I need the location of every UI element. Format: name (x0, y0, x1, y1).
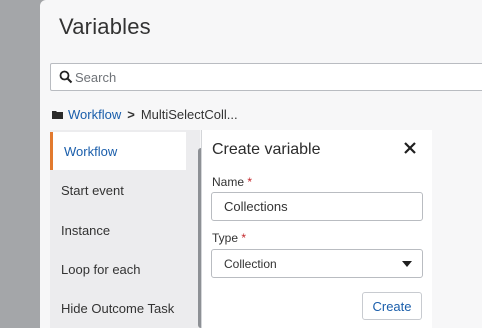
required-marker: * (247, 175, 253, 189)
name-field[interactable] (211, 192, 423, 221)
required-marker: * (241, 231, 247, 245)
scope-item-start-event[interactable]: Start event (50, 171, 186, 209)
folder-icon (52, 110, 63, 119)
scope-item-workflow[interactable]: Workflow (50, 132, 186, 170)
scope-item-instance[interactable]: Instance (50, 211, 186, 249)
search-input[interactable] (75, 67, 455, 87)
close-icon[interactable] (402, 140, 418, 156)
type-select-value: Collection (224, 257, 277, 271)
scope-item-label: Hide Outcome Task (61, 300, 175, 316)
scope-list: Workflow Start event Instance Loop for e… (50, 130, 204, 328)
panel-title: Variables (59, 14, 151, 39)
scope-item-label: Workflow (64, 143, 118, 159)
type-select[interactable]: Collection (211, 249, 423, 278)
breadcrumb: Workflow > MultiSelectColl... (52, 106, 238, 122)
breadcrumb-current: MultiSelectColl... (140, 106, 238, 122)
breadcrumb-root-link[interactable]: Workflow (68, 107, 121, 122)
scope-item-label: Loop for each (61, 261, 141, 277)
dialog-title: Create variable (212, 141, 321, 158)
search-icon (59, 70, 73, 84)
scope-item-label: Start event (61, 182, 124, 198)
scope-item-loop-for-each[interactable]: Loop for each (50, 250, 186, 288)
variables-panel: Variables Workflow > MultiSelectColl... … (40, 0, 482, 328)
background-strip (0, 0, 40, 328)
name-label: Name * (212, 175, 253, 189)
scope-item-label: Instance (61, 222, 111, 238)
type-label: Type * (212, 231, 247, 245)
caret-down-icon (402, 261, 412, 267)
search-box[interactable] (50, 63, 482, 91)
create-button[interactable]: Create (362, 292, 422, 320)
create-variable-dialog: Create variable Name * Type * Collection… (201, 130, 432, 328)
name-input[interactable] (224, 199, 404, 214)
breadcrumb-separator-icon: > (127, 106, 135, 122)
scope-item-hide-outcome-task[interactable]: Hide Outcome Task (50, 289, 186, 327)
